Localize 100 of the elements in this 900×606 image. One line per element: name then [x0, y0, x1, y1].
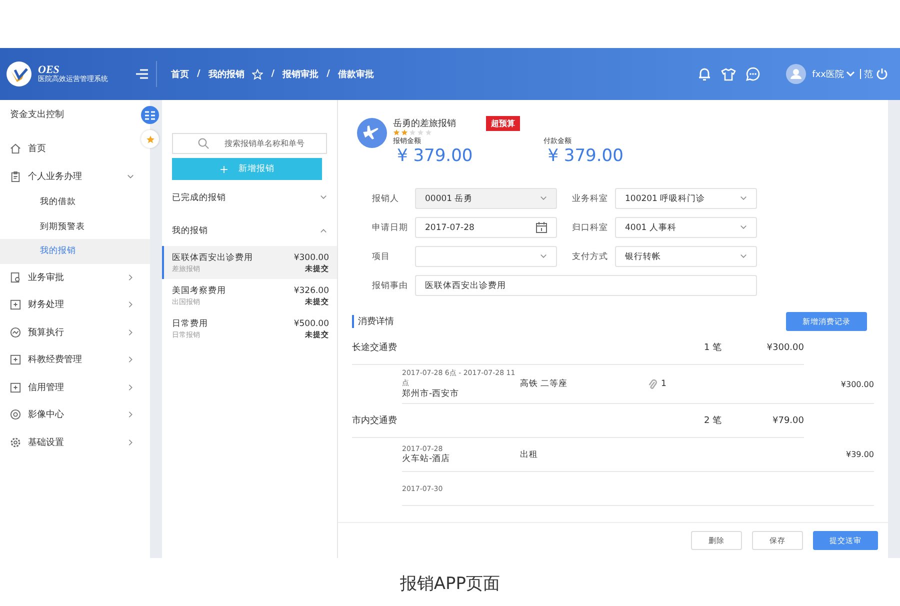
breadcrumb-separator: / — [326, 69, 330, 79]
calendar-icon — [536, 222, 547, 233]
sidebar-item[interactable]: 业务审批 — [0, 264, 138, 291]
sidebar-item[interactable]: 科教经费管理 — [0, 346, 138, 374]
group-header[interactable]: 我的报销 — [162, 215, 337, 246]
field-label: 报销人 — [372, 192, 400, 204]
sidebar-subitem[interactable]: 我的报销 — [0, 239, 150, 264]
record-amount: ¥39.00 — [846, 450, 874, 459]
power-icon[interactable] — [876, 68, 888, 80]
breadcrumb-separator: / — [197, 69, 200, 79]
home-icon — [10, 143, 21, 154]
user-name: 范 — [864, 68, 873, 80]
expense-amount: ¥300.00 — [294, 253, 329, 263]
attachment-count: 1 — [661, 379, 666, 389]
dropdown[interactable]: 银行转帐 — [615, 246, 757, 267]
record-route: 火车站-酒店 — [402, 452, 452, 464]
star-icon — [146, 134, 154, 144]
over-budget-badge: 超预算 — [486, 116, 520, 131]
category-name: 市内交通费 — [352, 414, 398, 427]
chevron-icon — [540, 254, 547, 259]
sidebar-item[interactable]: 信用管理 — [0, 374, 138, 401]
dropdown[interactable]: 100201 呼吸科门诊 — [615, 188, 757, 209]
logo-icon — [6, 61, 32, 87]
logo-title: OES — [38, 64, 60, 76]
chevron-icon — [127, 384, 134, 391]
sidebar-item[interactable]: 个人业务办理 — [0, 162, 138, 190]
record-count: 2 笔 — [704, 414, 723, 427]
chevron-icon — [127, 438, 134, 446]
amount-value: ¥ 379.00 — [397, 146, 473, 166]
avatar-icon[interactable] — [786, 64, 806, 84]
chevron-icon — [740, 196, 747, 201]
transport-mode: 高铁 二等座 — [520, 378, 569, 390]
expense-amount: ¥326.00 — [294, 286, 329, 296]
breadcrumb-link[interactable]: 我的报销 — [208, 68, 244, 80]
sidebar-item[interactable]: 首页 — [0, 135, 138, 162]
favorite-button[interactable] — [141, 130, 159, 148]
box-icon — [10, 299, 21, 310]
field-label: 业务科室 — [572, 192, 609, 204]
expense-name: 医联体西安出诊费用 — [172, 252, 253, 264]
sidebar-item[interactable]: 基础设置 — [0, 428, 138, 456]
expense-name: 日常费用 — [172, 318, 208, 330]
dropdown[interactable]: 4001 人事科 — [615, 217, 757, 238]
field-label: 支付方式 — [572, 250, 609, 262]
category-total: ¥300.00 — [766, 342, 804, 352]
menu-icon[interactable] — [136, 69, 148, 79]
field-label: 报销事由 — [372, 280, 409, 292]
chevron-icon — [127, 356, 134, 364]
chevron-icon — [127, 411, 134, 418]
list-icon — [145, 110, 155, 120]
chevron-icon — [846, 71, 855, 77]
record-route: 郑州市-西安市 — [402, 388, 460, 400]
chevron-icon — [127, 172, 134, 180]
expense-title: 岳勇的差旅报销 — [393, 118, 456, 130]
record-amount: ¥300.00 — [840, 380, 874, 388]
chevron-icon — [127, 328, 134, 336]
date-field[interactable]: 2017-07-28 — [415, 217, 557, 238]
sidebar-title: 资金支出控制 — [9, 108, 65, 122]
breadcrumb-separator: / — [271, 69, 275, 79]
sidebar-item[interactable]: 影像中心 — [0, 401, 138, 428]
box-icon — [10, 354, 21, 366]
category-name: 长途交通费 — [352, 342, 398, 354]
circle-icon — [10, 409, 21, 420]
group-header[interactable]: 已完成的报销 — [162, 182, 337, 213]
chevron-icon — [740, 225, 747, 230]
clipboard-icon — [10, 170, 21, 182]
expense-name: 美国考察费用 — [172, 285, 226, 297]
sidebar-item[interactable]: 预算执行 — [0, 318, 138, 346]
sidebar-item[interactable]: 财务处理 — [0, 291, 138, 318]
caption: 报销APP页面 — [398, 572, 502, 596]
chevron-icon — [127, 301, 134, 308]
text-field[interactable]: 医联体西安出诊费用 — [415, 275, 757, 296]
shirt-icon[interactable] — [721, 68, 736, 80]
doc-icon — [10, 272, 21, 283]
chevron-icon — [540, 196, 547, 201]
chevron-icon — [320, 195, 327, 200]
star-icon[interactable] — [252, 68, 264, 80]
search-icon — [198, 138, 209, 149]
search-field[interactable]: 搜索报销单名称和单号 — [172, 133, 327, 154]
chevron-icon — [320, 228, 327, 233]
sidebar-subitem[interactable]: 到期预警表 — [0, 214, 150, 239]
chevron-icon — [127, 274, 134, 281]
field-label: 项目 — [372, 250, 391, 262]
bell-icon[interactable] — [698, 67, 712, 81]
breadcrumb-link[interactable]: 借款审批 — [338, 68, 374, 80]
field-label: 申请日期 — [372, 222, 409, 234]
chart-icon — [10, 326, 21, 338]
airplane-icon — [357, 118, 387, 148]
expense-amount: ¥500.00 — [294, 319, 329, 329]
transport-mode: 出租 — [520, 448, 539, 460]
chat-icon[interactable] — [746, 67, 760, 81]
breadcrumb-link[interactable]: 首页 — [171, 68, 189, 80]
chevron-icon — [740, 254, 747, 259]
field-label: 归口科室 — [572, 222, 609, 234]
list-view-button[interactable] — [141, 106, 159, 124]
breadcrumb-link[interactable]: 报销审批 — [282, 68, 319, 80]
sidebar-subitem[interactable]: 我的借款 — [0, 190, 150, 214]
amount-value: ¥ 379.00 — [548, 146, 624, 166]
category-total: ¥79.00 — [772, 416, 804, 426]
record-count: 1 笔 — [704, 342, 723, 354]
section-title: 消费详情 — [352, 315, 394, 328]
